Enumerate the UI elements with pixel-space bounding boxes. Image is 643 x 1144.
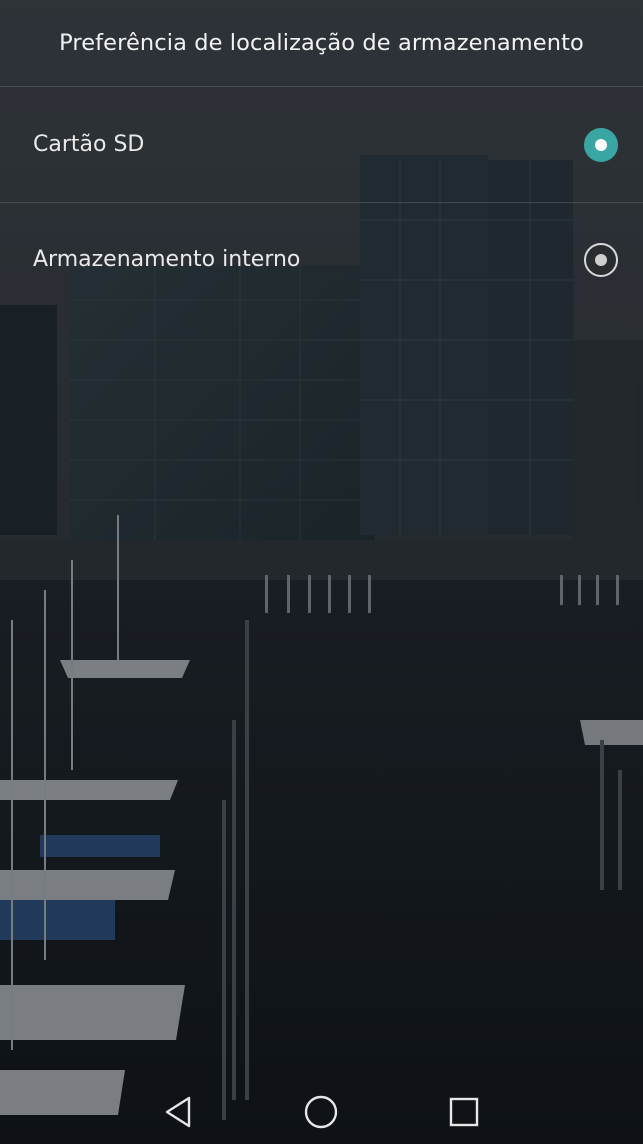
option-internal-storage-label: Armazenamento interno (33, 247, 301, 272)
system-navigation-bar (0, 1080, 643, 1144)
recents-square-icon[interactable] (446, 1094, 482, 1130)
option-internal-storage[interactable]: Armazenamento interno (0, 202, 643, 317)
radio-unselected-icon[interactable] (584, 242, 618, 277)
storage-location-screen: Preferência de localização de armazename… (0, 0, 643, 1144)
option-sd-card[interactable]: Cartão SD (0, 87, 643, 202)
back-triangle-icon[interactable] (160, 1094, 196, 1130)
page-title: Preferência de localização de armazename… (59, 30, 584, 56)
dialog-header: Preferência de localização de armazename… (0, 0, 643, 86)
option-sd-card-label: Cartão SD (33, 132, 145, 157)
radio-selected-icon[interactable] (584, 127, 618, 162)
home-circle-icon[interactable] (303, 1094, 339, 1130)
